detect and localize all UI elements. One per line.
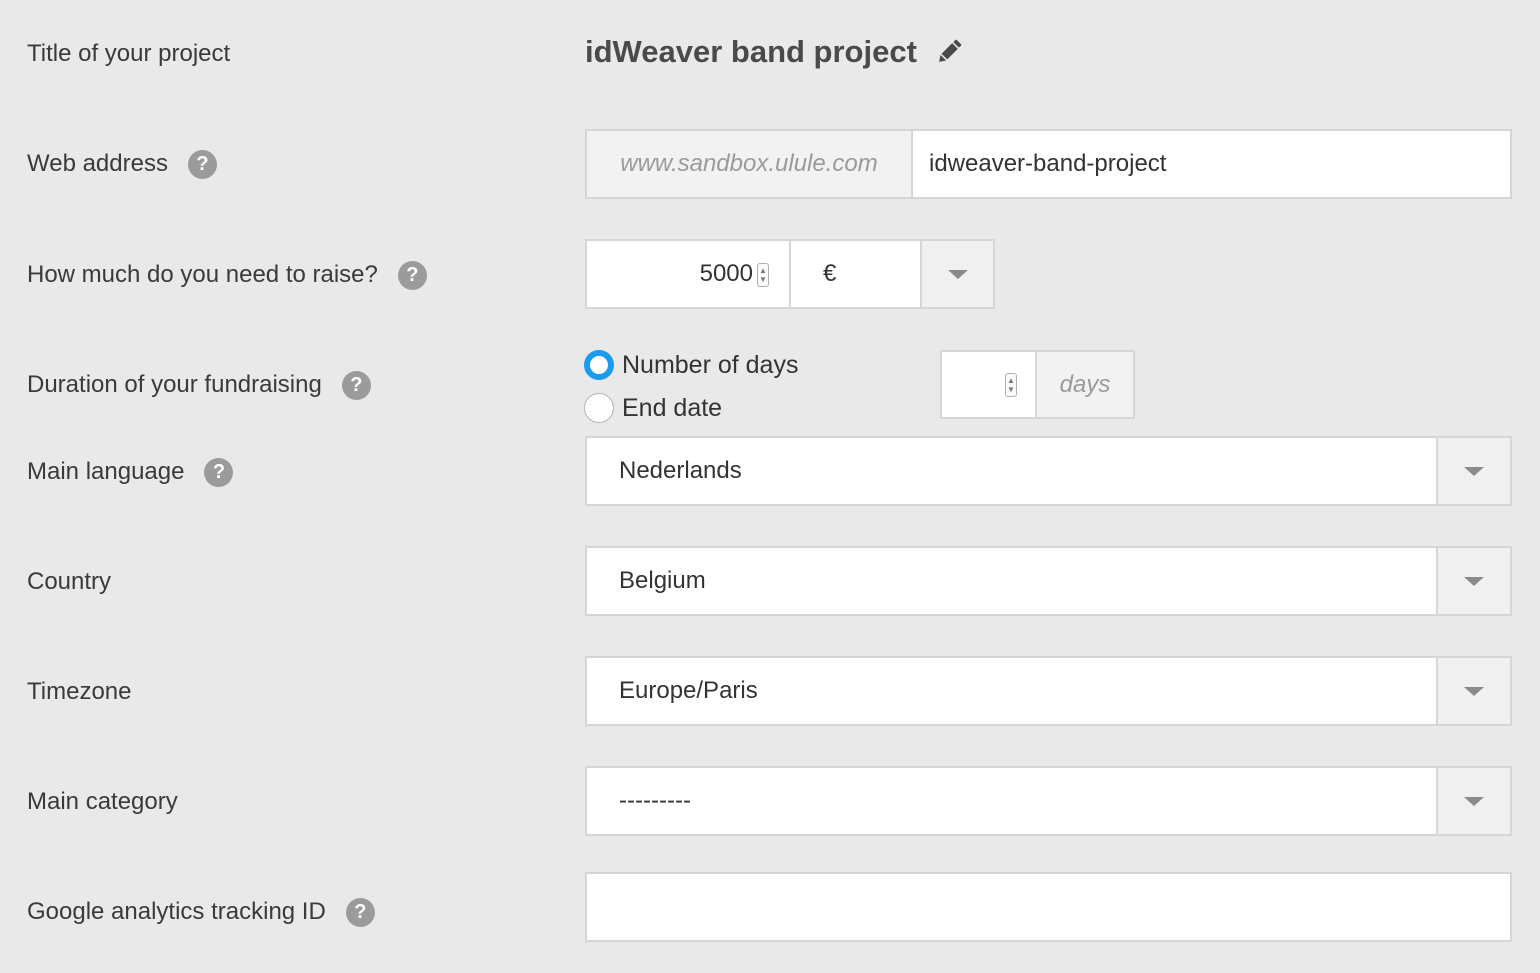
- timezone-select-value: Europe/Paris: [619, 677, 758, 704]
- pencil-icon[interactable]: [935, 38, 963, 66]
- chevron-down-icon: [1464, 576, 1484, 586]
- title-label-text: Title of your project: [27, 40, 231, 67]
- goal-amount-value: 5000: [699, 260, 753, 287]
- country-dropdown-button[interactable]: [1436, 548, 1510, 614]
- days-input[interactable]: ▲ ▼: [942, 352, 1037, 417]
- timezone-dropdown-button[interactable]: [1436, 658, 1510, 724]
- web-address-label: Web address ?: [27, 147, 217, 181]
- spinner-icon[interactable]: ▲ ▼: [1005, 373, 1017, 397]
- country-select-value: Belgium: [619, 567, 706, 594]
- radio-number-of-days-label: Number of days: [622, 350, 799, 379]
- category-select-value: ---------: [619, 787, 691, 814]
- language-label: Main language ?: [27, 455, 234, 489]
- chevron-down-icon: [1464, 796, 1484, 806]
- country-select[interactable]: Belgium: [585, 546, 1512, 616]
- radio-checked-icon[interactable]: [584, 350, 614, 380]
- goal-label-text: How much do you need to raise?: [27, 261, 378, 288]
- country-label-text: Country: [27, 568, 112, 595]
- timezone-label: Timezone: [27, 675, 131, 709]
- analytics-label: Google analytics tracking ID ?: [27, 895, 375, 929]
- spinner-icon[interactable]: ▲ ▼: [757, 263, 769, 287]
- web-address-label-text: Web address: [27, 150, 168, 177]
- days-unit: days: [1037, 352, 1133, 417]
- country-label: Country: [27, 565, 111, 599]
- project-title-text: idWeaver band project: [585, 34, 917, 69]
- goal-field: 5000 ▲ ▼ €: [585, 239, 995, 309]
- analytics-label-text: Google analytics tracking ID: [27, 898, 326, 925]
- project-title: idWeaver band project: [585, 30, 963, 74]
- help-icon[interactable]: ?: [204, 457, 234, 487]
- language-label-text: Main language: [27, 458, 185, 485]
- language-dropdown-button[interactable]: [1436, 438, 1510, 504]
- currency-dropdown-button[interactable]: [922, 241, 993, 307]
- timezone-label-text: Timezone: [27, 678, 132, 705]
- chevron-down-icon: [1464, 466, 1484, 476]
- category-dropdown-button[interactable]: [1436, 768, 1510, 834]
- analytics-input[interactable]: [585, 872, 1512, 942]
- duration-label-text: Duration of your fundraising: [27, 371, 322, 398]
- timezone-select[interactable]: Europe/Paris: [585, 656, 1512, 726]
- radio-unchecked-icon[interactable]: [584, 393, 614, 423]
- web-address-input[interactable]: idweaver-band-project: [913, 131, 1510, 197]
- help-icon[interactable]: ?: [341, 370, 371, 400]
- currency-select-value[interactable]: €: [791, 241, 922, 307]
- category-select[interactable]: ---------: [585, 766, 1512, 836]
- help-icon[interactable]: ?: [397, 260, 427, 290]
- language-select-value: Nederlands: [619, 457, 742, 484]
- goal-label: How much do you need to raise? ?: [27, 258, 427, 292]
- help-icon[interactable]: ?: [187, 149, 217, 179]
- language-select[interactable]: Nederlands: [585, 436, 1512, 506]
- goal-amount-input[interactable]: 5000 ▲ ▼: [587, 241, 791, 307]
- duration-label: Duration of your fundraising ?: [27, 368, 371, 402]
- days-field: ▲ ▼ days: [940, 350, 1135, 419]
- radio-number-of-days[interactable]: Number of days: [584, 350, 798, 380]
- category-label-text: Main category: [27, 788, 178, 815]
- category-label: Main category: [27, 785, 178, 819]
- web-address-prefix: www.sandbox.ulule.com: [587, 131, 913, 197]
- chevron-down-icon: [947, 269, 968, 279]
- title-label: Title of your project: [27, 37, 230, 71]
- radio-end-date-label: End date: [622, 393, 723, 422]
- help-icon[interactable]: ?: [345, 897, 375, 927]
- radio-end-date[interactable]: End date: [584, 393, 722, 423]
- chevron-down-icon: [1464, 686, 1484, 696]
- web-address-field[interactable]: www.sandbox.ulule.com idweaver-band-proj…: [585, 129, 1512, 199]
